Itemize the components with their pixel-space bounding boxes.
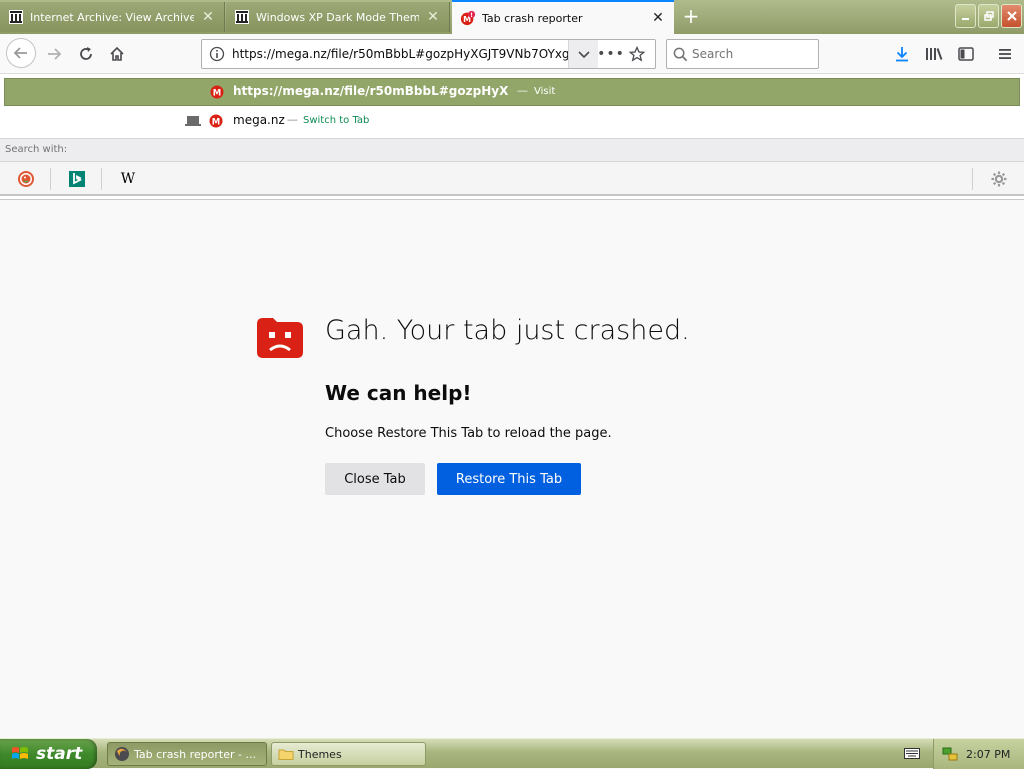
mega-icon: M	[210, 85, 224, 102]
clock: 2:07 PM	[966, 747, 1011, 761]
separator: —	[287, 113, 298, 126]
autocomplete-url: https://mega.nz/file/r50mBbbL#gozpHyX	[233, 84, 509, 98]
close-window-button[interactable]	[1001, 4, 1022, 28]
restore-window-button[interactable]	[978, 4, 999, 28]
new-tab-button[interactable]: +	[680, 6, 702, 28]
switch-tab-icon	[185, 115, 201, 130]
windows-flag-icon	[12, 747, 28, 759]
close-icon[interactable]: ✕	[650, 10, 666, 26]
tab-crash-reporter[interactable]: M! Tab crash reporter ✕	[452, 0, 674, 34]
library-icon	[926, 48, 943, 60]
folder-icon	[278, 749, 294, 760]
svg-text:!: !	[470, 12, 473, 19]
taskbar-item-firefox[interactable]: Tab crash reporter - ...	[107, 742, 267, 766]
sad-tab-icon	[255, 316, 305, 361]
task-label: Tab crash reporter - ...	[134, 747, 256, 761]
autocomplete-row-visit[interactable]: M https://mega.nz/file/r50mBbbL#gozpHyX …	[4, 78, 1020, 106]
reload-icon	[80, 47, 92, 60]
menu-button[interactable]	[991, 40, 1019, 68]
chevron-down-icon[interactable]	[568, 40, 598, 68]
crash-title: Gah. Your tab just crashed.	[325, 315, 690, 346]
download-icon	[896, 47, 908, 62]
search-bar[interactable]	[666, 39, 819, 69]
autocomplete-row-switch-tab[interactable]: M mega.nz — Switch to Tab	[0, 110, 1024, 134]
close-icon[interactable]: ✕	[425, 9, 441, 25]
forward-button[interactable]	[40, 40, 68, 68]
downloads-button[interactable]	[888, 40, 916, 68]
back-button[interactable]	[6, 38, 36, 68]
duckduckgo-icon[interactable]	[14, 167, 38, 191]
keyboard-icon[interactable]	[904, 746, 920, 760]
start-button[interactable]: start	[0, 739, 97, 769]
restore-tab-button[interactable]: Restore This Tab	[437, 463, 581, 495]
divider	[101, 168, 102, 190]
tab-title: Tab crash reporter	[482, 11, 583, 25]
minimize-button[interactable]	[955, 4, 976, 28]
home-icon	[110, 46, 124, 61]
search-with-label: Search with:	[5, 144, 68, 155]
mega-icon: M	[209, 114, 223, 131]
bookmark-star-icon[interactable]	[624, 40, 650, 68]
svg-text:M: M	[213, 88, 221, 98]
search-icon	[673, 47, 688, 61]
page-actions-icon[interactable]: •••	[597, 40, 624, 68]
divider	[50, 168, 51, 190]
tab-internet-archive[interactable]: Internet Archive: View Archive ✕	[0, 2, 225, 32]
firefox-icon	[115, 747, 129, 761]
task-label: Themes	[298, 747, 342, 761]
library-button[interactable]	[920, 40, 948, 68]
close-icon[interactable]: ✕	[200, 9, 216, 25]
close-tab-button[interactable]: Close Tab	[325, 463, 425, 495]
start-label: start	[36, 744, 83, 764]
tab-windows-xp-theme[interactable]: Windows XP Dark Mode Theme : I ✕	[226, 2, 450, 32]
svg-text:M: M	[212, 117, 220, 127]
crash-description: Choose Restore This Tab to reload the pa…	[325, 426, 612, 441]
crash-page: Gah. Your tab just crashed. We can help!…	[0, 200, 1024, 738]
forward-arrow-icon	[48, 48, 62, 60]
site-info-icon[interactable]	[202, 40, 232, 68]
taskbar-item-themes[interactable]: Themes	[271, 742, 426, 766]
url-bar[interactable]: •••	[201, 39, 656, 69]
tab-title: Windows XP Dark Mode Theme : I	[256, 10, 419, 24]
separator: —	[517, 84, 528, 97]
crash-subtitle: We can help!	[325, 381, 472, 405]
wikipedia-glyph: W	[120, 171, 136, 187]
search-engine-bar: W	[0, 162, 1024, 196]
system-tray: 2:07 PM	[933, 739, 1024, 769]
tab-strip: Internet Archive: View Archive ✕ Windows…	[0, 0, 1024, 34]
gear-icon[interactable]	[987, 167, 1011, 191]
hamburger-menu-icon	[999, 49, 1011, 59]
reload-button[interactable]	[72, 40, 100, 68]
autocomplete-host: mega.nz	[233, 113, 285, 127]
url-input[interactable]	[232, 41, 568, 67]
home-button[interactable]	[103, 40, 131, 68]
archive-icon	[8, 9, 24, 25]
sidebar-button[interactable]	[952, 40, 980, 68]
sidebar-icon	[958, 47, 974, 61]
archive-icon	[234, 9, 250, 25]
tab-title: Internet Archive: View Archive	[30, 10, 194, 24]
bing-icon[interactable]	[65, 167, 89, 191]
autocomplete-action: Visit	[534, 86, 556, 97]
autocomplete-action: Switch to Tab	[303, 115, 370, 126]
back-arrow-icon	[13, 47, 27, 59]
search-input[interactable]	[692, 47, 802, 61]
divider	[972, 168, 973, 190]
nav-toolbar: •••	[0, 34, 1024, 74]
search-with-bar: Search with:	[0, 138, 1024, 162]
network-icon[interactable]	[942, 746, 958, 762]
mega-crash-icon: M!	[460, 10, 476, 26]
wikipedia-icon[interactable]: W	[116, 167, 140, 191]
taskbar: start Tab crash reporter - ... Themes 2:…	[0, 738, 1024, 769]
url-autocomplete-popup: M https://mega.nz/file/r50mBbbL#gozpHyX …	[0, 74, 1024, 200]
